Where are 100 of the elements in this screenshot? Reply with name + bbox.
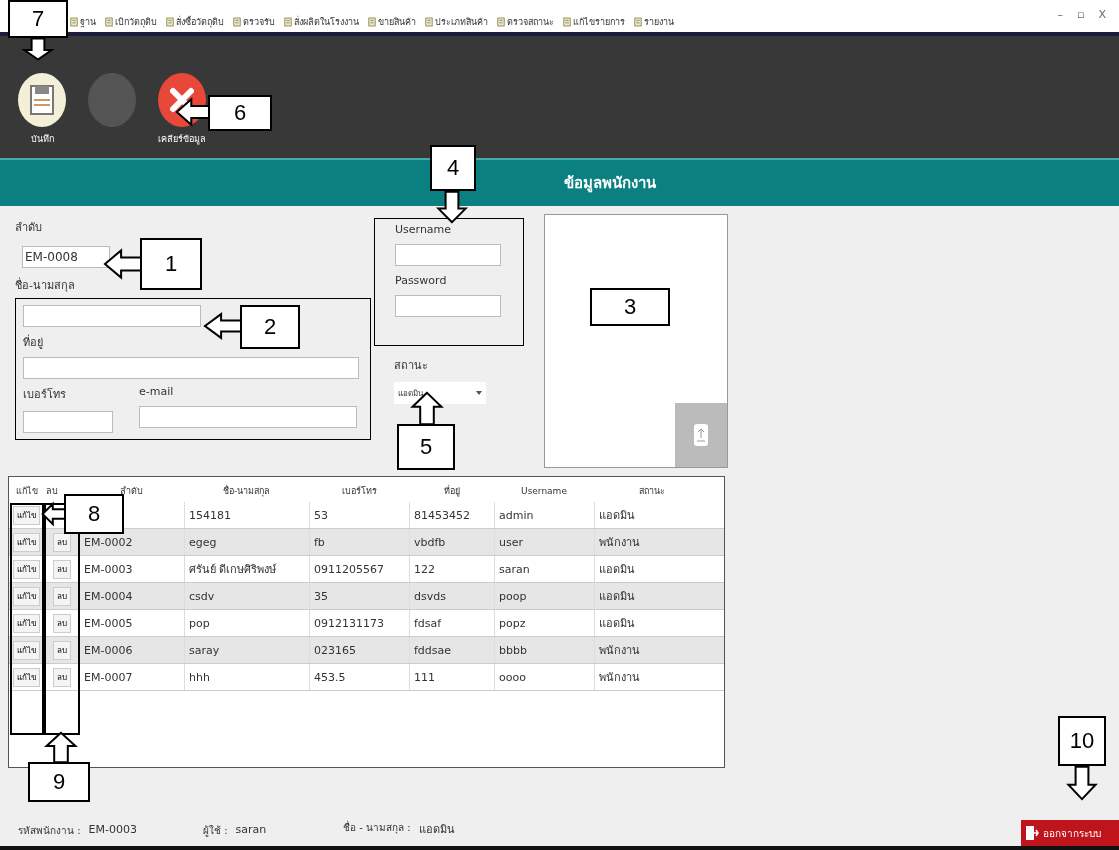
page-icon (425, 17, 433, 27)
toolbar-button[interactable]: บันทึก (12, 72, 72, 158)
edit-button[interactable]: แก้ไข (13, 640, 40, 660)
callout-number: 2 (240, 305, 300, 349)
table-cell: egeg (189, 535, 217, 549)
table-cell: EM-0006 (84, 643, 133, 657)
table-cell: bbbb (499, 643, 527, 657)
circle-icon (87, 72, 137, 128)
arrow-icon (176, 97, 210, 127)
save-icon (17, 72, 67, 128)
table-cell: dsvds (414, 589, 446, 603)
field-label: ลำดับ (15, 220, 42, 236)
table-cell: EM-0007 (84, 670, 133, 684)
edit-button[interactable]: แก้ไข (13, 559, 40, 579)
callout-number: 6 (208, 95, 272, 131)
arrow-icon (204, 312, 242, 340)
status-value: แอดมิน (418, 822, 455, 838)
field-label: e-mail (139, 385, 174, 398)
edit-button[interactable]: แก้ไข (13, 505, 40, 525)
id-field[interactable]: EM-0008 (22, 246, 110, 268)
edit-button[interactable]: แก้ไข (13, 532, 40, 552)
address-field[interactable] (23, 357, 359, 379)
status-label: รหัสพนักงาน : (18, 824, 81, 838)
delete-button[interactable]: ลบ (52, 532, 71, 552)
window-control[interactable]: ▫ (1074, 8, 1088, 21)
menu-item[interactable]: ตรวจรับ (233, 15, 275, 29)
page-icon (166, 17, 174, 27)
page-icon (70, 17, 78, 27)
field-label: สถานะ (394, 358, 428, 374)
status-dropdown[interactable]: แอดมิน (394, 382, 486, 404)
table-cell: saray (189, 643, 220, 657)
username-field[interactable] (395, 244, 501, 266)
table-cell: vbdfb (414, 535, 446, 549)
email-field[interactable] (139, 406, 357, 428)
upload-button[interactable] (675, 403, 727, 467)
table-cell: 154181 (189, 508, 231, 522)
table-cell: EM-0005 (84, 616, 133, 630)
page-icon (105, 17, 113, 27)
field-label: Username (395, 223, 452, 236)
arrow-icon (104, 248, 142, 280)
table-cell: poop (499, 589, 527, 603)
menu-item[interactable]: ประเภทสินค้า (425, 15, 488, 29)
field-label: ที่อยู่ (23, 333, 43, 351)
table-cell-text: ศรันย์ ดีเกษศิริพงษ์ (189, 562, 277, 578)
password-field[interactable] (395, 295, 501, 317)
column-header: ชื่อ-นามสกุล (221, 484, 272, 498)
status-value: saran (235, 823, 267, 838)
delete-button[interactable]: ลบ (52, 559, 71, 579)
table-cell: 35 (314, 589, 328, 603)
edit-button[interactable]: แก้ไข (13, 586, 40, 606)
door-icon (1025, 825, 1039, 841)
table-cell: 111 (414, 670, 435, 684)
menu-item[interactable]: เบิกวัตถุดิบ (105, 15, 157, 29)
table-cell: popz (499, 616, 526, 630)
table-cell: 453.5 (314, 670, 346, 684)
table-cell: EM-0003 (84, 562, 133, 576)
table-cell-text: แอดมิน (599, 616, 635, 632)
menu-item[interactable]: ตรวจสถานะ (497, 15, 554, 29)
name-field[interactable] (23, 305, 201, 327)
phone-field[interactable] (23, 411, 113, 433)
delete-button[interactable]: ลบ (52, 586, 71, 606)
edit-button[interactable]: แก้ไข (13, 667, 40, 687)
menu-item[interactable]: สั่งผลิตในโรงงาน (284, 15, 359, 29)
callout-number: 3 (590, 288, 670, 326)
menu-item[interactable]: ฐาน (70, 15, 96, 29)
menu-item[interactable]: รายงาน (634, 15, 674, 29)
table-cell: hhh (189, 670, 210, 684)
table-cell: fb (314, 535, 325, 549)
column-header: ที่อยู่ (442, 484, 461, 498)
table-cell-text: พนักงาน (599, 535, 640, 551)
window-control[interactable]: – (1054, 8, 1066, 21)
delete-button[interactable]: ลบ (52, 667, 71, 687)
column-header: ลบ (45, 485, 59, 498)
callout-number: 5 (397, 424, 455, 470)
menu-item[interactable]: สั่งซื้อวัตถุดิบ (166, 15, 224, 29)
field-label: เบอร์โทร (23, 387, 66, 403)
table-cell-text: พนักงาน (599, 670, 640, 686)
section-title: ข้อมูลพนักงาน (563, 173, 656, 195)
delete-button[interactable]: ลบ (52, 640, 71, 660)
table-cell: fddsae (414, 643, 452, 657)
menu-item[interactable]: แก้ไขรายการ (563, 15, 625, 29)
menu-item[interactable]: ขายสินค้า (368, 15, 416, 29)
logout-button[interactable]: ออกจากระบบ (1021, 820, 1119, 846)
edit-button[interactable]: แก้ไข (13, 613, 40, 633)
field-label: ชื่อ-นามสกุล (15, 276, 75, 294)
table-cell-text: พนักงาน (599, 643, 640, 659)
column-header: แก้ไข (14, 485, 39, 498)
column-header: สถานะ (637, 485, 666, 498)
column-header: เบอร์โทร (340, 485, 378, 498)
delete-button[interactable]: ลบ (52, 613, 71, 633)
column-header: Username (520, 486, 568, 496)
page-icon (634, 17, 642, 27)
page-icon (563, 17, 571, 27)
table-cell-text: แอดมิน (599, 508, 635, 524)
callout-number: 1 (140, 238, 202, 290)
table-cell: EM-0004 (84, 589, 133, 603)
table-cell: 53 (314, 508, 328, 522)
window-control[interactable]: X (1095, 8, 1109, 21)
table-cell-text: แอดมิน (599, 562, 635, 578)
page-icon (497, 17, 505, 27)
